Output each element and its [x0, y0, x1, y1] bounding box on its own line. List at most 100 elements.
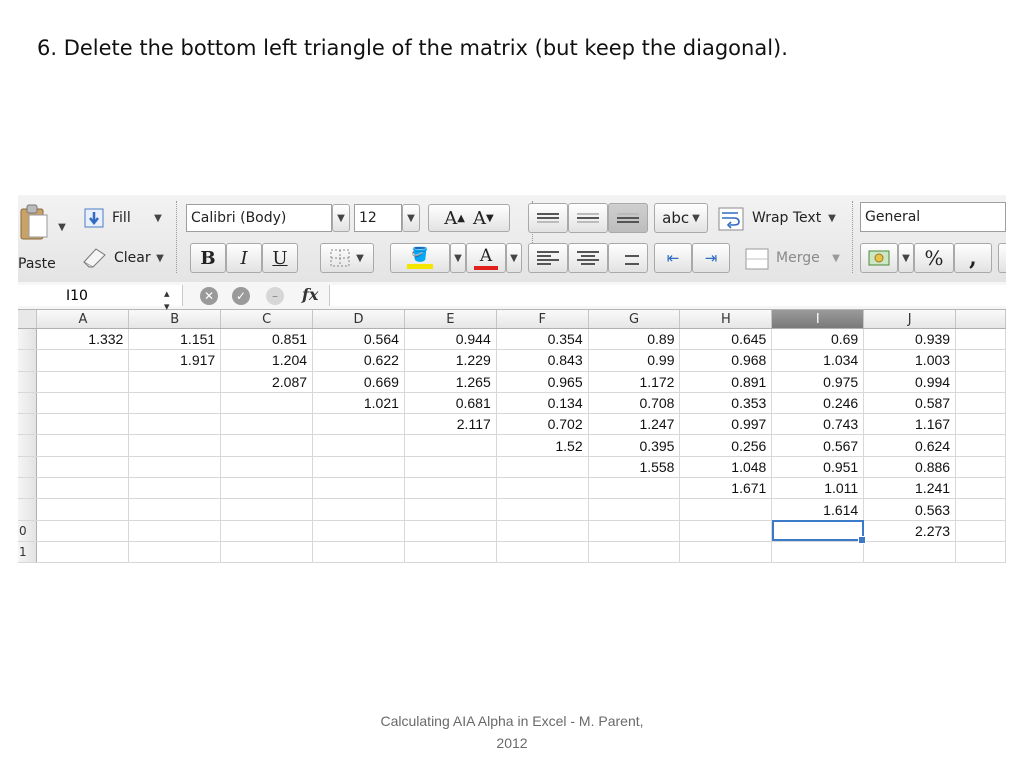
- paste-label[interactable]: Paste: [18, 255, 62, 273]
- align-left-button[interactable]: [528, 243, 568, 273]
- paste-dropdown-icon[interactable]: ▼: [56, 221, 68, 233]
- cell[interactable]: [220, 541, 314, 564]
- cell[interactable]: [679, 520, 773, 542]
- cell[interactable]: 1.151: [128, 328, 222, 351]
- cell[interactable]: 0.99: [588, 349, 681, 372]
- accounting-dropdown-icon[interactable]: ▼: [898, 243, 914, 273]
- merge-button[interactable]: Merge: [776, 247, 832, 269]
- font-name-dropdown-icon[interactable]: ▼: [332, 204, 350, 232]
- cell[interactable]: 0.702: [496, 413, 589, 436]
- cell[interactable]: [220, 498, 314, 521]
- cell[interactable]: [220, 477, 314, 500]
- font-color-button[interactable]: A: [466, 243, 506, 273]
- cell[interactable]: 1.241: [863, 477, 957, 500]
- cell[interactable]: 1.247: [588, 413, 681, 436]
- confirm-edit-icon[interactable]: ✓: [232, 287, 250, 305]
- cell[interactable]: [220, 456, 314, 479]
- cell[interactable]: 1.671: [679, 477, 773, 500]
- cell[interactable]: [312, 541, 405, 564]
- fill-dropdown-icon[interactable]: ▼: [152, 212, 164, 224]
- cell[interactable]: 0.997: [679, 413, 773, 436]
- row-header[interactable]: [18, 456, 38, 479]
- column-header[interactable]: C: [220, 310, 314, 329]
- column-header[interactable]: A: [36, 310, 130, 329]
- cell[interactable]: [36, 434, 130, 457]
- cell[interactable]: 0.89: [588, 328, 681, 351]
- row-header[interactable]: 1: [18, 541, 38, 564]
- fill-color-button[interactable]: 🪣: [390, 243, 450, 273]
- cell[interactable]: [128, 520, 222, 542]
- cell[interactable]: [955, 434, 1006, 457]
- cell[interactable]: [36, 498, 130, 521]
- column-header[interactable]: E: [404, 310, 497, 329]
- cell[interactable]: 0.353: [679, 392, 773, 415]
- cancel-edit-icon[interactable]: ✕: [200, 287, 218, 305]
- cell[interactable]: 0.886: [863, 456, 957, 479]
- number-format-select[interactable]: General: [860, 202, 1006, 232]
- cell[interactable]: [36, 392, 130, 415]
- cell[interactable]: [128, 477, 222, 500]
- cell[interactable]: [771, 541, 865, 564]
- row-header[interactable]: [18, 349, 38, 372]
- cell[interactable]: [220, 413, 314, 436]
- cell[interactable]: 0.354: [496, 328, 589, 351]
- cell[interactable]: [312, 456, 405, 479]
- cell[interactable]: 1.229: [404, 349, 497, 372]
- cell[interactable]: [955, 520, 1006, 542]
- wrap-text-button[interactable]: Wrap Text: [752, 207, 826, 229]
- font-name-select[interactable]: Calibri (Body): [186, 204, 332, 232]
- cell[interactable]: 0.624: [863, 434, 957, 457]
- cell[interactable]: 1.021: [312, 392, 405, 415]
- borders-button[interactable]: ▼: [320, 243, 374, 273]
- cell[interactable]: [36, 541, 130, 564]
- cell[interactable]: [36, 477, 130, 500]
- merge-icon[interactable]: [744, 247, 770, 271]
- wrap-text-dropdown-icon[interactable]: ▼: [826, 212, 838, 224]
- clear-dropdown-icon[interactable]: ▼: [154, 252, 166, 264]
- cell[interactable]: [496, 520, 589, 542]
- underline-button[interactable]: U: [262, 243, 298, 273]
- cell[interactable]: [312, 520, 405, 542]
- cell[interactable]: 1.034: [771, 349, 865, 372]
- name-box[interactable]: I10: [18, 285, 183, 306]
- cell[interactable]: 0.567: [771, 434, 865, 457]
- fill-down-icon[interactable]: [83, 207, 105, 229]
- cell[interactable]: 0.69: [771, 328, 865, 351]
- font-size-select[interactable]: 12: [354, 204, 402, 232]
- row-header[interactable]: [18, 498, 38, 521]
- paste-icon[interactable]: [18, 203, 50, 243]
- cell[interactable]: 0.951: [771, 456, 865, 479]
- italic-button[interactable]: I: [226, 243, 262, 273]
- cell[interactable]: 0.843: [496, 349, 589, 372]
- cell[interactable]: 0.669: [312, 371, 405, 393]
- cell[interactable]: [220, 434, 314, 457]
- column-header[interactable]: B: [128, 310, 222, 329]
- cell[interactable]: 0.256: [679, 434, 773, 457]
- cell[interactable]: [312, 477, 405, 500]
- column-header-partial[interactable]: [955, 310, 1006, 329]
- orientation-button[interactable]: abc ▼: [654, 203, 708, 233]
- cell[interactable]: [36, 413, 130, 436]
- row-header[interactable]: [18, 392, 38, 415]
- active-cell[interactable]: [771, 520, 866, 544]
- decrease-indent-button[interactable]: ⇤: [654, 243, 692, 273]
- cell[interactable]: [588, 477, 681, 500]
- cell[interactable]: [496, 498, 589, 521]
- cell[interactable]: [128, 392, 222, 415]
- percent-button[interactable]: %: [914, 243, 954, 273]
- cell[interactable]: [312, 498, 405, 521]
- align-right-button[interactable]: [608, 243, 648, 273]
- cell[interactable]: 0.968: [679, 349, 773, 372]
- select-all-corner[interactable]: [18, 310, 38, 329]
- cell[interactable]: 2.117: [404, 413, 497, 436]
- cell[interactable]: 1.048: [679, 456, 773, 479]
- cell[interactable]: 1.204: [220, 349, 314, 372]
- font-color-dropdown-icon[interactable]: ▼: [506, 243, 522, 273]
- cell[interactable]: [955, 328, 1006, 351]
- cell[interactable]: 0.708: [588, 392, 681, 415]
- cell[interactable]: [679, 498, 773, 521]
- comma-style-button[interactable]: ,: [954, 243, 992, 273]
- cell[interactable]: 1.265: [404, 371, 497, 393]
- accounting-format-button[interactable]: [860, 243, 898, 273]
- cell[interactable]: [36, 349, 130, 372]
